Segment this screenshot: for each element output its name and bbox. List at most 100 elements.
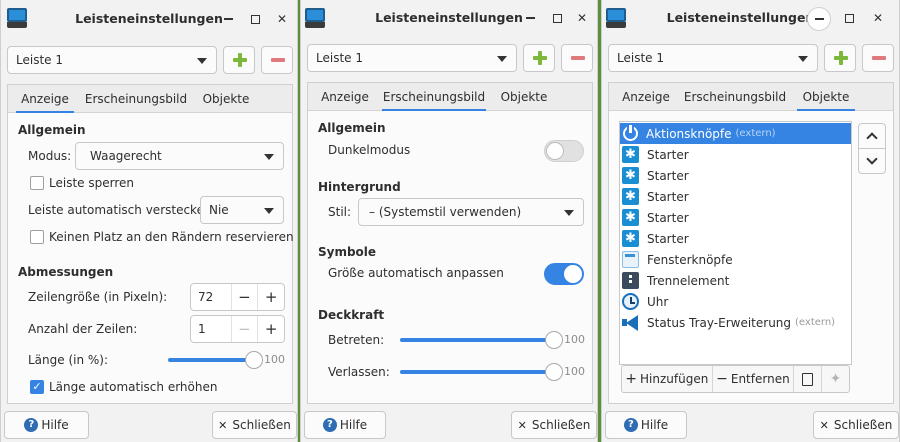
tab-bar: Anzeige Erscheinungsbild Objekte [609, 83, 893, 111]
close-button[interactable]: ✕ Schließen [511, 411, 597, 439]
power-icon [623, 125, 638, 141]
rows-count-decrement[interactable]: − [230, 316, 258, 342]
style-value: – (Systemstil verwenden) [369, 205, 522, 219]
close-button[interactable]: ✕ Schließen [813, 411, 899, 439]
help-button[interactable]: ? Hilfe [304, 411, 386, 439]
tab-items[interactable]: Objekte [198, 85, 254, 113]
rows-count-stepper[interactable]: 1 − + [190, 315, 285, 343]
minus-icon: − [716, 371, 728, 387]
minus-icon [271, 58, 285, 62]
help-button[interactable]: ? Hilfe [4, 411, 89, 439]
autohide-value: Nie [209, 203, 229, 217]
minimize-button[interactable] [807, 7, 831, 31]
rows-count-increment[interactable]: + [257, 316, 284, 342]
autosize-switch[interactable] [544, 263, 584, 285]
help-icon: ? [322, 418, 337, 432]
item-label: Starter [647, 168, 689, 183]
dimensions-header: Abmessungen [18, 265, 114, 279]
enter-slider-handle[interactable] [545, 331, 563, 349]
item-label: Trennelement [647, 273, 730, 288]
reserve-space-checkbox[interactable] [30, 230, 44, 244]
add-panel-button[interactable] [523, 44, 555, 72]
minus-icon [872, 56, 886, 60]
tab-items[interactable]: Objekte [496, 83, 552, 111]
clock-icon [622, 293, 639, 310]
title-bar[interactable]: Leisteneinstellungen ✕ [602, 0, 899, 38]
dark-mode-switch[interactable] [544, 140, 584, 162]
close-icon: ✕ [819, 418, 829, 432]
title-bar[interactable]: Leisteneinstellungen ✕ [1, 0, 297, 38]
add-item-button[interactable]: + Hinzufügen [622, 366, 713, 392]
minimize-button[interactable] [519, 7, 541, 29]
tab-items[interactable]: Objekte [797, 83, 855, 111]
close-window-button[interactable]: ✕ [867, 7, 889, 29]
tab-display[interactable]: Anzeige [316, 83, 374, 111]
close-window-button[interactable]: ✕ [271, 8, 293, 30]
enter-opacity-slider[interactable] [400, 329, 563, 351]
list-item[interactable]: Status Tray-Erweiterung (extern) [620, 312, 851, 333]
help-icon: ? [623, 418, 638, 432]
length-value: 100 [264, 353, 285, 366]
about-item-button[interactable]: ✦ [822, 366, 849, 392]
title-bar[interactable]: Leisteneinstellungen ✕ [301, 0, 597, 38]
maximize-button[interactable] [244, 8, 266, 30]
chevron-up-icon [866, 132, 878, 144]
autohide-select[interactable]: Nie [200, 196, 284, 224]
rows-count-value[interactable]: 1 [191, 316, 231, 342]
list-item[interactable]: ✱ Starter [620, 186, 851, 207]
leave-slider-handle[interactable] [545, 363, 563, 381]
panel-selector-value: Leiste 1 [617, 51, 664, 65]
lock-panel-label: Leiste sperren [49, 176, 134, 190]
item-label: Aktionsknöpfe [646, 126, 732, 141]
tab-appearance[interactable]: Erscheinungsbild [683, 83, 787, 111]
tab-display[interactable]: Anzeige [617, 83, 675, 111]
mode-select[interactable]: Waagerecht [75, 142, 284, 170]
gear-icon: ✱ [622, 209, 639, 226]
length-slider-handle[interactable] [245, 351, 263, 369]
minimize-button[interactable] [217, 8, 239, 30]
close-window-button[interactable]: ✕ [571, 7, 593, 29]
close-button[interactable]: ✕ Schließen [212, 411, 297, 439]
list-item[interactable]: Fensterknöpfe [620, 249, 851, 270]
panel-selector[interactable]: Leiste 1 [307, 44, 517, 72]
row-size-increment[interactable]: + [257, 284, 284, 310]
maximize-button[interactable] [838, 7, 860, 29]
list-item[interactable]: ✱ Starter [620, 144, 851, 165]
list-item[interactable]: ✱ Starter [620, 165, 851, 186]
tab-panel: Anzeige Erscheinungsbild Objekte Allgeme… [7, 84, 294, 404]
help-button[interactable]: ? Hilfe [605, 411, 687, 439]
list-item[interactable]: Uhr [620, 291, 851, 312]
remove-panel-button[interactable] [561, 44, 593, 72]
remove-panel-button[interactable] [862, 44, 894, 72]
list-item[interactable]: ✱ Starter [620, 207, 851, 228]
leave-opacity-label: Verlassen: [328, 365, 390, 379]
tab-appearance[interactable]: Erscheinungsbild [84, 85, 188, 113]
leave-opacity-slider[interactable] [400, 361, 563, 383]
remove-panel-button[interactable] [261, 46, 293, 74]
tab-display[interactable]: Anzeige [16, 85, 74, 113]
maximize-button[interactable] [546, 7, 568, 29]
move-up-button[interactable] [858, 123, 886, 149]
move-down-button[interactable] [858, 148, 886, 174]
panel-selector[interactable]: Leiste 1 [608, 44, 818, 72]
icons-header: Symbole [318, 245, 377, 259]
row-size-decrement[interactable]: − [230, 284, 258, 310]
lock-panel-checkbox[interactable] [30, 176, 44, 190]
enter-slider-track [400, 338, 554, 342]
style-select[interactable]: – (Systemstil verwenden) [358, 198, 584, 226]
row-size-stepper[interactable]: 72 − + [190, 283, 285, 311]
autogrow-checkbox[interactable]: ✓ [30, 380, 44, 394]
items-list[interactable]: Aktionsknöpfe (extern) ✱ Starter ✱ Start… [619, 121, 852, 365]
edit-item-button[interactable] [794, 366, 823, 392]
panel-selector[interactable]: Leiste 1 [7, 46, 217, 74]
list-item[interactable]: Aktionsknöpfe (extern) [620, 123, 851, 144]
tab-appearance[interactable]: Erscheinungsbild [382, 83, 486, 111]
add-panel-button[interactable] [223, 46, 255, 74]
close-icon: ✕ [517, 418, 527, 432]
remove-item-button[interactable]: − Entfernen [713, 366, 795, 392]
length-slider[interactable] [168, 349, 263, 371]
add-panel-button[interactable] [824, 44, 856, 72]
list-item[interactable]: ✱ Starter [620, 228, 851, 249]
row-size-value[interactable]: 72 [191, 284, 231, 310]
list-item[interactable]: Trennelement [620, 270, 851, 291]
